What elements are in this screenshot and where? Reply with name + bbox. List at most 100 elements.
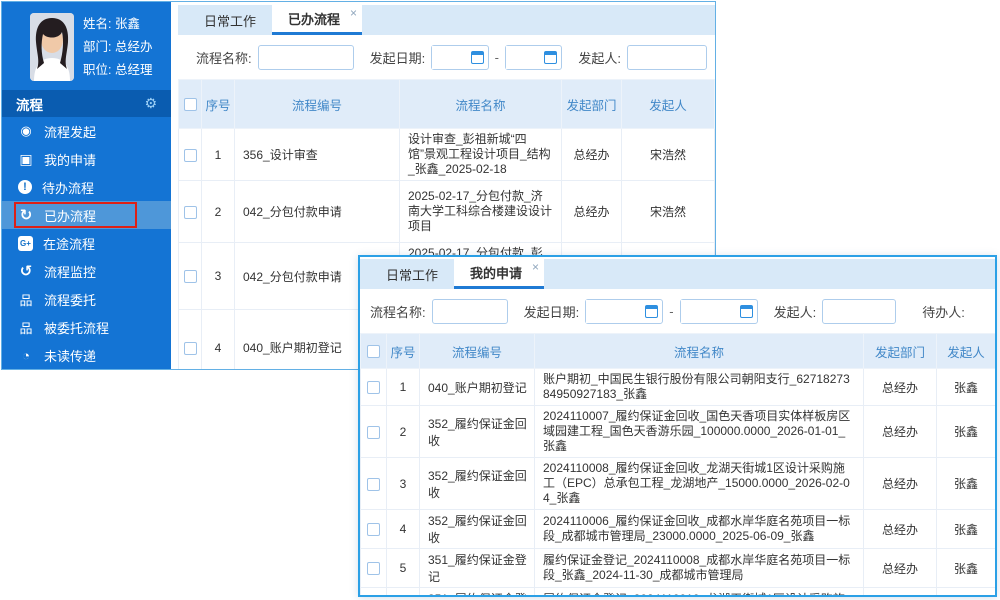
sidebar-item-label: 流程发起: [44, 122, 96, 141]
date-range-separator: -: [669, 304, 673, 319]
filter-date-label: 发起日期:: [370, 48, 426, 67]
sitemap-icon: [18, 291, 34, 307]
cell-name: 2024110008_履约保证金回收_龙湖天街城1区设计采购施工（EPC）总承包…: [535, 458, 864, 510]
table-row[interactable]: 6 351_履约保证金登记 履约保证金登记_2024110010_龙湖天街城1区…: [361, 588, 996, 598]
avatar: [30, 13, 74, 81]
cell-name: 2024110007_履约保证金回收_国色天香项目实体样板房区域园建工程_国色天…: [535, 406, 864, 458]
select-all-checkbox[interactable]: [184, 98, 197, 111]
sidebar-item[interactable]: 待办流程: [2, 173, 171, 201]
cell-no: 1: [387, 369, 420, 406]
filter-date-label: 发起日期:: [524, 302, 580, 321]
table-body: 1 040_账户期初登记 账户期初_中国民生银行股份有限公司朝阳支行_62718…: [361, 369, 996, 598]
flow-name-input[interactable]: [258, 45, 354, 70]
tab[interactable]: 我的申请 ×: [454, 259, 544, 289]
row-checkbox[interactable]: [367, 426, 380, 439]
initiator-input[interactable]: [822, 299, 896, 324]
cell-no: 1: [202, 129, 235, 181]
filter-person-label: 发起人:: [578, 48, 621, 67]
filter-todo-label: 待办人:: [922, 302, 965, 321]
row-checkbox[interactable]: [184, 270, 197, 283]
exclaim-icon: [18, 180, 32, 194]
cell-dept: 总经办: [864, 458, 937, 510]
date-to-input[interactable]: [681, 300, 740, 323]
sidebar-item[interactable]: 流程监控: [2, 257, 171, 285]
cell-name: 2025-02-17_分包付款_济南大学工科综合楼建设设计项目: [400, 181, 562, 243]
column-header: 发起人: [937, 334, 996, 369]
cell-no: 3: [202, 243, 235, 310]
cell-dept: 总经办: [864, 369, 937, 406]
cell-no: 4: [202, 310, 235, 370]
sidebar-section-header: 流程: [2, 90, 171, 117]
tab-label: 日常工作: [386, 265, 438, 284]
row-checkbox[interactable]: [184, 149, 197, 162]
user-profile: 姓名: 张鑫 部门: 总经办 职位: 总经理: [2, 2, 171, 90]
close-icon[interactable]: ×: [532, 260, 539, 274]
cell-no: 2: [387, 406, 420, 458]
cell-name: 履约保证金登记_2024110008_成都水岸华庭名苑项目一标段_张鑫_2024…: [535, 549, 864, 588]
cell-no: 2: [202, 181, 235, 243]
initiator-input[interactable]: [627, 45, 707, 70]
table-row[interactable]: 2 042_分包付款申请 2025-02-17_分包付款_济南大学工科综合楼建设…: [179, 181, 715, 243]
cell-name: 账户期初_中国民生银行股份有限公司朝阳支行_627182738495092718…: [535, 369, 864, 406]
column-header: 发起部门: [562, 80, 622, 129]
filter-name-label: 流程名称:: [370, 302, 426, 321]
cell-dept: 总经办: [864, 588, 937, 598]
calendar-icon[interactable]: [471, 51, 484, 64]
date-from-field[interactable]: [585, 299, 663, 324]
sidebar-item-label: 在途流程: [43, 234, 95, 253]
row-checkbox[interactable]: [367, 478, 380, 491]
close-icon[interactable]: ×: [350, 6, 357, 20]
cell-no: 4: [387, 510, 420, 549]
cell-code: 040_账户期初登记: [420, 369, 535, 406]
calendar-icon[interactable]: [645, 305, 658, 318]
column-header: 序号: [387, 334, 420, 369]
row-checkbox[interactable]: [367, 381, 380, 394]
sidebar-item-label: 我的申请: [44, 150, 96, 169]
table-row[interactable]: 3 352_履约保证金回收 2024110008_履约保证金回收_龙湖天街城1区…: [361, 458, 996, 510]
sidebar-item[interactable]: 被委托流程: [2, 313, 171, 341]
tab[interactable]: 已办流程 ×: [272, 5, 362, 35]
cell-code: 352_履约保证金回收: [420, 458, 535, 510]
date-from-input[interactable]: [586, 300, 645, 323]
table-row[interactable]: 4 352_履约保证金回收 2024110006_履约保证金回收_成都水岸华庭名…: [361, 510, 996, 549]
cell-code: 351_履约保证金登记: [420, 549, 535, 588]
date-from-input[interactable]: [432, 46, 470, 69]
calendar-icon[interactable]: [740, 305, 753, 318]
gear-icon[interactable]: [144, 95, 157, 112]
flow-name-input[interactable]: [432, 299, 508, 324]
gplus-icon: [18, 236, 33, 251]
cell-person: 宋浩然: [622, 181, 715, 243]
date-to-input[interactable]: [506, 46, 544, 69]
sidebar-item[interactable]: 在途流程: [2, 229, 171, 257]
tab[interactable]: 日常工作: [370, 259, 454, 289]
clock-icon: [18, 347, 34, 363]
table-row[interactable]: 1 356_设计审查 设计审查_彭祖新城“四馆”景观工程设计项目_结构_张鑫_2…: [179, 129, 715, 181]
cell-no: 3: [387, 458, 420, 510]
row-checkbox[interactable]: [184, 342, 197, 355]
tab[interactable]: 日常工作: [188, 5, 272, 35]
sidebar-item[interactable]: 已办流程: [2, 201, 171, 229]
filter-bar: 流程名称: 发起日期: - 发起人: 待办人:: [360, 289, 995, 333]
table-row[interactable]: 5 351_履约保证金登记 履约保证金登记_2024110008_成都水岸华庭名…: [361, 549, 996, 588]
row-checkbox[interactable]: [367, 523, 380, 536]
date-to-field[interactable]: [505, 45, 562, 70]
filter-name-label: 流程名称:: [196, 48, 252, 67]
table-row[interactable]: 2 352_履约保证金回收 2024110007_履约保证金回收_国色天香项目实…: [361, 406, 996, 458]
row-checkbox[interactable]: [367, 562, 380, 575]
sidebar-item[interactable]: 流程委托: [2, 285, 171, 313]
date-from-field[interactable]: [431, 45, 488, 70]
calendar-icon[interactable]: [544, 51, 557, 64]
cell-dept: 总经办: [864, 549, 937, 588]
date-to-field[interactable]: [680, 299, 758, 324]
select-all-checkbox[interactable]: [367, 345, 380, 358]
sidebar-item[interactable]: 未读传递: [2, 341, 171, 369]
cell-person: 张鑫: [937, 510, 996, 549]
sidebar-item[interactable]: 我的申请: [2, 145, 171, 173]
sidebar-item[interactable]: 流程发起: [2, 117, 171, 145]
column-header: 发起人: [622, 80, 715, 129]
cell-dept: 总经办: [864, 510, 937, 549]
column-header: 流程名称: [535, 334, 864, 369]
table-row[interactable]: 1 040_账户期初登记 账户期初_中国民生银行股份有限公司朝阳支行_62718…: [361, 369, 996, 406]
row-checkbox[interactable]: [184, 206, 197, 219]
column-header: 流程编号: [420, 334, 535, 369]
